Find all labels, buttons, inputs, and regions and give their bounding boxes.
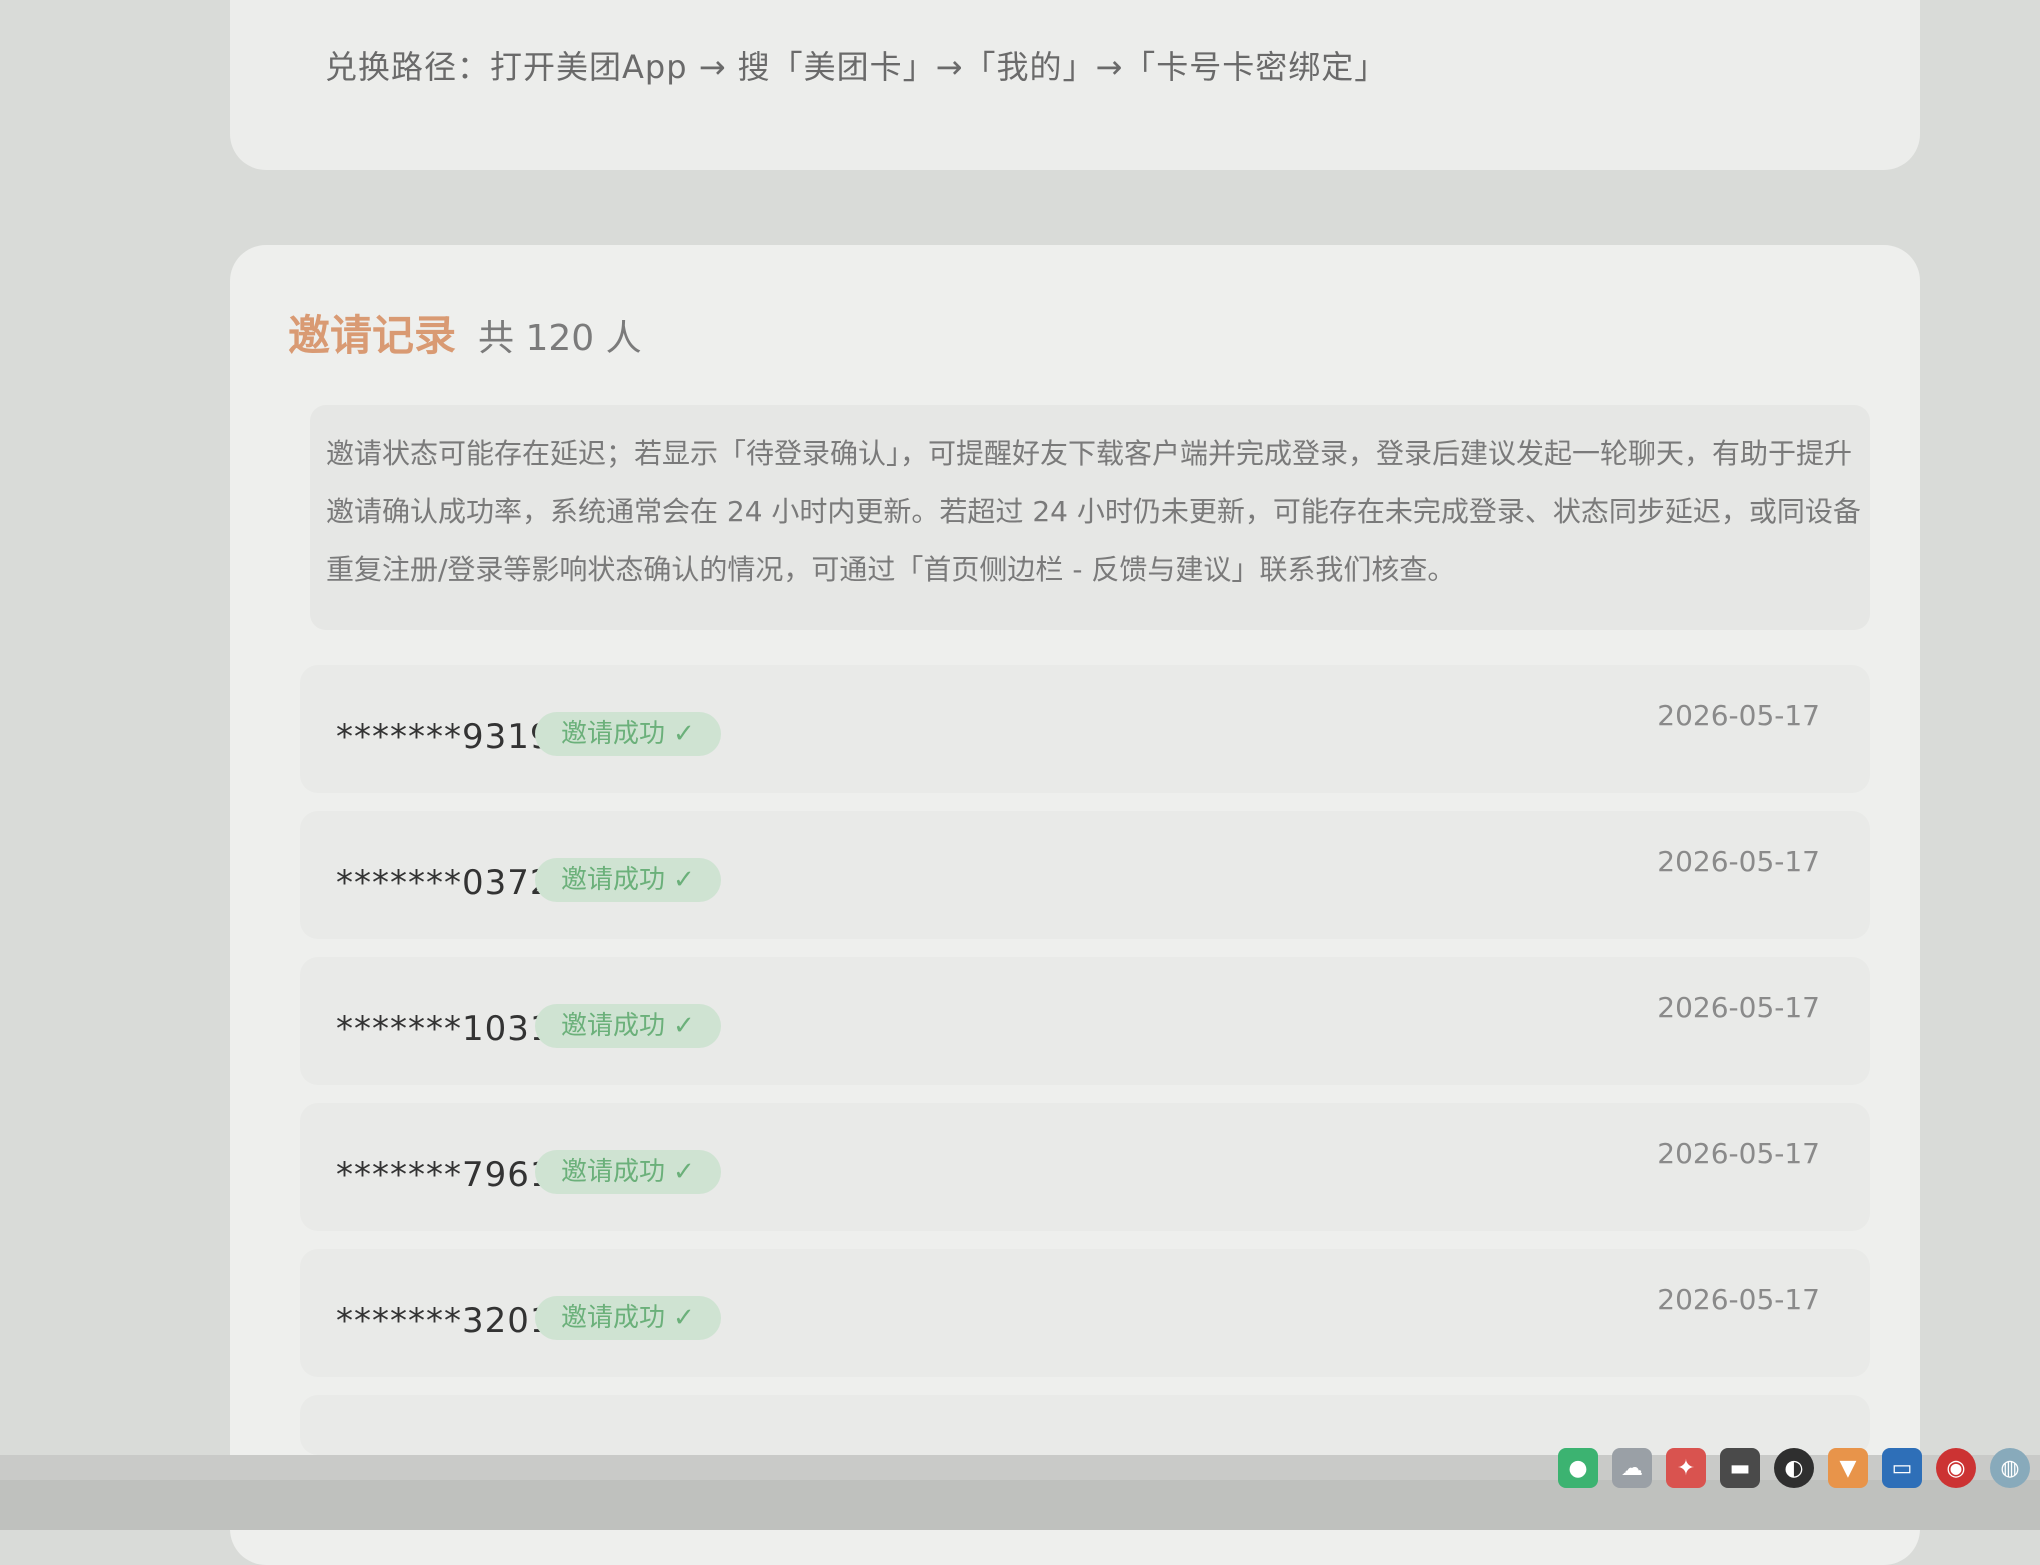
folder-icon[interactable]: ▬ — [1720, 1448, 1760, 1488]
list-item: *******1031 邀请成功 ✓ 2026-05-17 — [300, 957, 1870, 1085]
status-badge: 邀请成功 ✓ — [535, 1004, 721, 1048]
status-badge: 邀请成功 ✓ — [535, 1150, 721, 1194]
masked-phone: *******3201 — [336, 1301, 553, 1341]
notice-text: 邀请状态可能存在延迟；若显示「待登录确认」，可提醒好友下载客户端并完成登录，登录… — [326, 437, 1861, 586]
status-badge: 邀请成功 ✓ — [535, 712, 721, 756]
invite-record-list: *******9319 邀请成功 ✓ 2026-05-17 *******0372… — [300, 665, 1870, 1473]
window-icon[interactable]: ▭ — [1882, 1448, 1922, 1488]
invite-date: 2026-05-17 — [1657, 845, 1820, 878]
list-item: *******7961 邀请成功 ✓ 2026-05-17 — [300, 1103, 1870, 1231]
masked-phone: *******0372 — [336, 863, 553, 903]
invite-count: 共 120 人 — [478, 318, 642, 359]
invite-date: 2026-05-17 — [1657, 1283, 1820, 1316]
list-item: *******9319 邀请成功 ✓ 2026-05-17 — [300, 665, 1870, 793]
wechat-icon[interactable]: ● — [1558, 1448, 1598, 1488]
invite-date: 2026-05-17 — [1657, 1137, 1820, 1170]
check-icon: ✓ — [673, 1157, 695, 1187]
masked-phone: *******7961 — [336, 1155, 553, 1195]
shield-icon[interactable]: ▼ — [1828, 1448, 1868, 1488]
status-label: 邀请成功 — [561, 1303, 666, 1333]
browser-icon[interactable]: ◐ — [1774, 1448, 1814, 1488]
network-icon[interactable]: ◍ — [1990, 1448, 2030, 1488]
status-badge: 邀请成功 ✓ — [535, 858, 721, 902]
app-icon[interactable]: ✦ — [1666, 1448, 1706, 1488]
status-label: 邀请成功 — [561, 865, 666, 895]
cloud-icon[interactable]: ☁ — [1612, 1448, 1652, 1488]
record-icon[interactable]: ◉ — [1936, 1448, 1976, 1488]
list-item: *******0372 邀请成功 ✓ 2026-05-17 — [300, 811, 1870, 939]
status-badge: 邀请成功 ✓ — [535, 1296, 721, 1340]
status-label: 邀请成功 — [561, 1157, 666, 1187]
check-icon: ✓ — [673, 1011, 695, 1041]
list-item: *******3201 邀请成功 ✓ 2026-05-17 — [300, 1249, 1870, 1377]
notice-box: 邀请状态可能存在延迟；若显示「待登录确认」，可提醒好友下载客户端并完成登录，登录… — [310, 405, 1870, 630]
masked-phone: *******1031 — [336, 1009, 553, 1049]
section-title: 邀请记录 — [288, 311, 457, 360]
status-label: 邀请成功 — [561, 1011, 666, 1041]
status-label: 邀请成功 — [561, 719, 666, 749]
section-header: 邀请记录 共 120 人 — [288, 302, 642, 363]
masked-phone: *******9319 — [336, 717, 553, 757]
check-icon: ✓ — [673, 1303, 695, 1333]
invite-date: 2026-05-17 — [1657, 699, 1820, 732]
system-tray: ● ☁ ✦ ▬ ◐ ▼ ▭ ◉ ◍ — [1558, 1438, 2040, 1498]
invite-date: 2026-05-17 — [1657, 991, 1820, 1024]
check-icon: ✓ — [673, 719, 695, 749]
check-icon: ✓ — [673, 865, 695, 895]
redeem-path-text: 兑换路径：打开美团App → 搜「美团卡」→「我的」→「卡号卡密绑定」 — [325, 48, 1388, 86]
